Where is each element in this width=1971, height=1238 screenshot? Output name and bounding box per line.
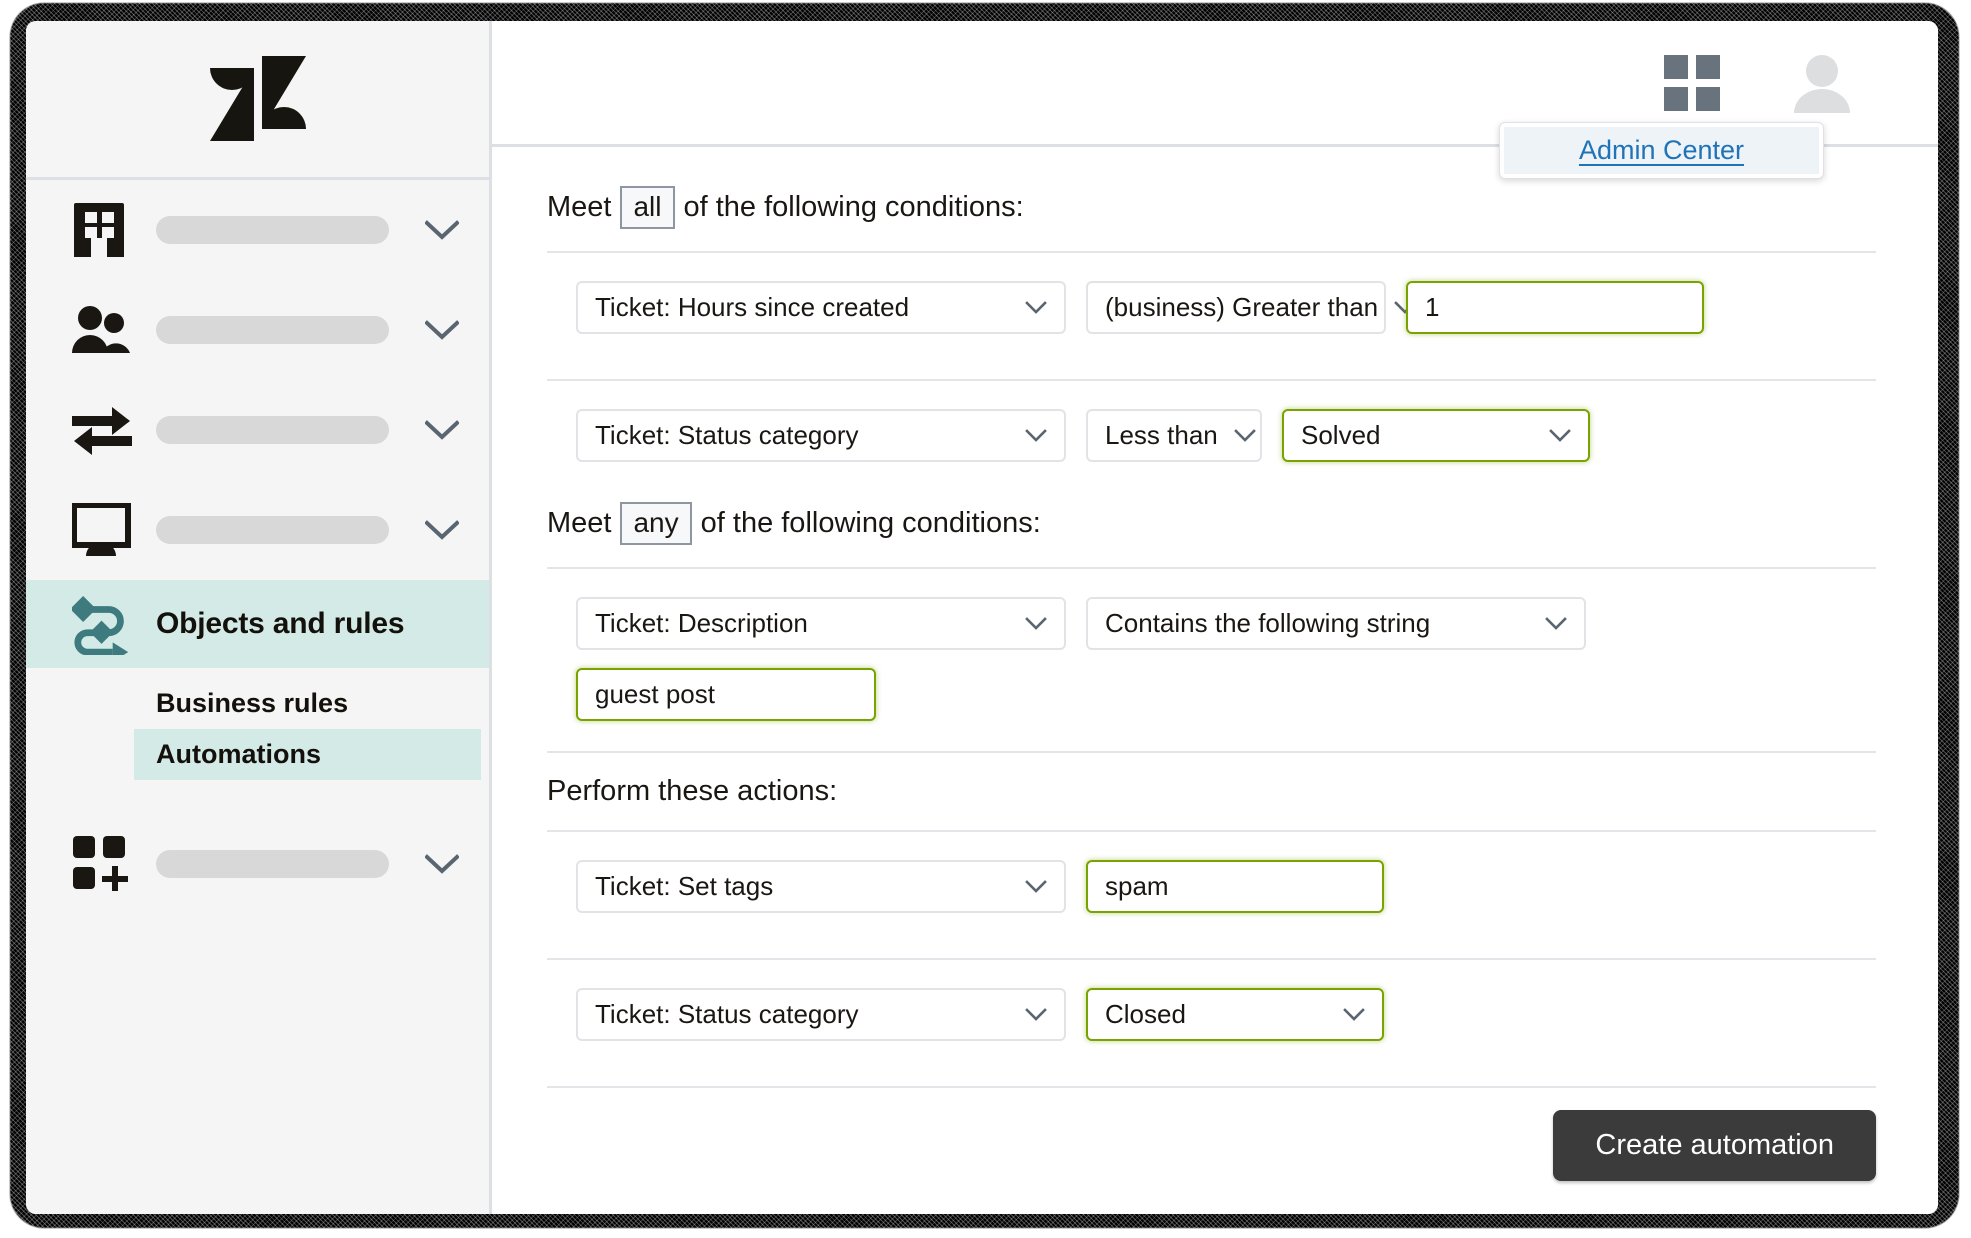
- zendesk-logo-icon: [209, 56, 307, 142]
- products-grid-icon[interactable]: [1664, 54, 1720, 111]
- sidebar-item-0[interactable]: [26, 180, 489, 280]
- conditions-any-suffix: of the following conditions:: [700, 507, 1041, 540]
- chevron-down-icon: [1545, 617, 1567, 630]
- sidebar-item-label-placeholder: [156, 516, 389, 544]
- condition-0-field-value: Ticket: Hours since created: [595, 292, 910, 323]
- condition-row-1: Ticket: Status category Less than Solved: [492, 381, 1938, 488]
- building-icon: [72, 201, 134, 259]
- action-1-field-value: Ticket: Status category: [595, 999, 859, 1030]
- any-condition-0-value-input[interactable]: guest post: [576, 668, 876, 722]
- action-0-value-text: spam: [1105, 871, 1169, 902]
- any-condition-0-operator-value: Contains the following string: [1105, 608, 1431, 639]
- transfer-arrows-icon: [72, 404, 134, 456]
- condition-1-field-select[interactable]: Ticket: Status category: [576, 409, 1066, 463]
- action-1-value-text: Closed: [1105, 999, 1186, 1030]
- chevron-down-icon: [1025, 617, 1047, 630]
- zendesk-logo-area[interactable]: [26, 21, 489, 180]
- condition-0-operator-value: (business) Greater than: [1105, 292, 1379, 323]
- condition-0-value-input[interactable]: 1: [1406, 281, 1704, 335]
- app-window-frame: Objects and rules Business rules Automat…: [0, 0, 1971, 1238]
- create-automation-button[interactable]: Create automation: [1553, 1110, 1876, 1181]
- condition-0-field-select[interactable]: Ticket: Hours since created: [576, 281, 1066, 335]
- condition-1-value-select[interactable]: Solved: [1282, 409, 1590, 463]
- sidebar-item-label-placeholder: [156, 316, 389, 344]
- automation-editor: Meet all of the following conditions: Ti…: [492, 147, 1938, 1214]
- chevron-down-icon[interactable]: [425, 854, 459, 874]
- main-area: Admin Center Meet all of the following c…: [492, 21, 1938, 1214]
- chevron-down-icon: [1025, 429, 1047, 442]
- chevron-down-icon[interactable]: [425, 220, 459, 240]
- conditions-any-heading: Meet any of the following conditions:: [492, 488, 1938, 546]
- actions-heading-text: Perform these actions:: [547, 775, 838, 808]
- condition-0-value-text: 1: [1425, 292, 1440, 323]
- sidebar: Objects and rules Business rules Automat…: [26, 21, 492, 1214]
- condition-1-operator-select[interactable]: Less than: [1086, 409, 1262, 463]
- conditions-all-suffix: of the following conditions:: [683, 191, 1024, 224]
- conditions-all-prefix: Meet: [547, 191, 612, 224]
- chevron-down-icon[interactable]: [425, 420, 459, 440]
- condition-1-value-text: Solved: [1301, 420, 1381, 451]
- chevron-down-icon: [1025, 1008, 1047, 1021]
- condition-1-field-value: Ticket: Status category: [595, 420, 859, 451]
- user-avatar-icon[interactable]: [1792, 53, 1852, 113]
- condition-1-operator-value: Less than: [1105, 420, 1218, 451]
- chevron-down-icon: [1025, 880, 1047, 893]
- admin-center-link[interactable]: Admin Center: [1579, 135, 1744, 166]
- condition-0-operator-select[interactable]: (business) Greater than: [1086, 281, 1416, 335]
- action-row-1: Ticket: Status category Closed: [492, 960, 1938, 1067]
- sidebar-item-5[interactable]: [26, 814, 489, 914]
- any-condition-0-field-select[interactable]: Ticket: Description: [576, 597, 1066, 651]
- sidebar-item-label: Objects and rules: [156, 607, 405, 640]
- chevron-down-icon[interactable]: [425, 320, 459, 340]
- top-bar: Admin Center: [492, 21, 1938, 179]
- sidebar-item-3[interactable]: [26, 480, 489, 580]
- apps-add-icon: [72, 835, 134, 893]
- any-condition-0-value-text: guest post: [595, 679, 715, 710]
- sidebar-item-label-placeholder: [156, 416, 389, 444]
- any-condition-0-operator-select[interactable]: Contains the following string: [1086, 597, 1586, 651]
- action-0-field-value: Ticket: Set tags: [595, 871, 774, 902]
- sidebar-item-label-placeholder: [156, 850, 389, 878]
- action-0-field-select[interactable]: Ticket: Set tags: [576, 860, 1066, 914]
- admin-center-popover-inner: Admin Center: [1504, 127, 1819, 174]
- objects-rules-icon: [72, 593, 134, 655]
- sidebar-item-2[interactable]: [26, 380, 489, 480]
- app-window: Objects and rules Business rules Automat…: [26, 21, 1938, 1214]
- action-1-value-select[interactable]: Closed: [1086, 988, 1384, 1042]
- divider: [547, 1086, 1876, 1089]
- sidebar-item-1[interactable]: [26, 280, 489, 380]
- monitor-icon: [72, 503, 134, 557]
- admin-center-popover: Admin Center: [1499, 122, 1824, 179]
- sidebar-item-label-placeholder: [156, 216, 389, 244]
- footer-actions: Create automation: [1553, 1110, 1876, 1181]
- conditions-all-operator[interactable]: all: [620, 186, 675, 230]
- people-icon: [72, 305, 134, 355]
- action-1-field-select[interactable]: Ticket: Status category: [576, 988, 1066, 1042]
- any-condition-0-value-wrap: guest post: [492, 668, 1938, 751]
- action-row-0: Ticket: Set tags spam: [492, 832, 1938, 939]
- condition-row-0: Ticket: Hours since created (business) G…: [492, 253, 1938, 360]
- sidebar-subitems: Business rules Automations: [134, 668, 481, 790]
- action-0-value-input[interactable]: spam: [1086, 860, 1384, 914]
- sidebar-subitem-business-rules[interactable]: Business rules: [156, 678, 459, 729]
- sidebar-item-objects-and-rules[interactable]: Objects and rules: [26, 580, 489, 668]
- actions-heading: Perform these actions:: [492, 753, 1938, 808]
- chevron-down-icon: [1549, 429, 1571, 442]
- chevron-down-icon[interactable]: [425, 520, 459, 540]
- conditions-any-prefix: Meet: [547, 507, 612, 540]
- any-condition-0-field-value: Ticket: Description: [595, 608, 808, 639]
- chevron-down-icon: [1025, 301, 1047, 314]
- chevron-down-icon: [1233, 429, 1256, 442]
- conditions-any-operator[interactable]: any: [620, 502, 692, 546]
- sidebar-subitem-automations[interactable]: Automations: [134, 729, 481, 780]
- any-condition-row-0: Ticket: Description Contains the followi…: [492, 569, 1938, 668]
- chevron-down-icon: [1343, 1008, 1365, 1021]
